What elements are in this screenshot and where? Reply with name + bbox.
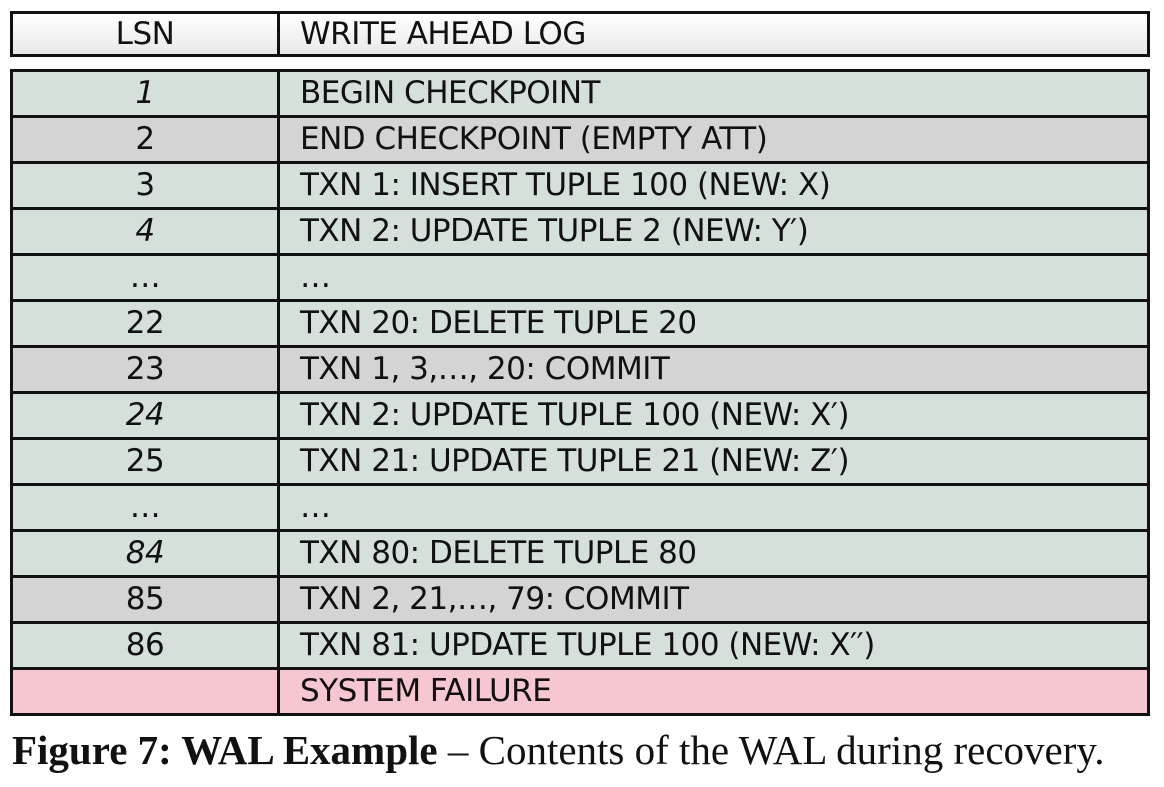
log-row: 4 TXN 2: UPDATE TUPLE 2 (NEW: Y′) [13,207,1147,253]
log-row: 2 END CHECKPOINT (EMPTY ATT) [13,115,1147,161]
lsn-cell: 85 [13,578,280,621]
log-entry-cell: TXN 2: UPDATE TUPLE 2 (NEW: Y′) [300,213,809,249]
lsn-cell [13,670,280,713]
lsn-cell: 84 [13,532,280,575]
log-entry-cell: TXN 1: INSERT TUPLE 100 (NEW: X) [300,167,831,203]
lsn-cell: 22 [13,302,280,345]
lsn-cell: 24 [13,394,280,437]
log-row: 85 TXN 2, 21,…, 79: COMMIT [13,575,1147,621]
log-entry-cell: TXN 20: DELETE TUPLE 20 [300,305,697,341]
system-failure-row: SYSTEM FAILURE [13,667,1147,713]
figure-caption-text: – Contents of the WAL during recovery. [437,727,1105,773]
wal-table-header: LSN WRITE AHEAD LOG [10,11,1150,57]
lsn-cell: 1 [13,72,280,115]
lsn-cell: 86 [13,624,280,667]
lsn-cell: 3 [13,164,280,207]
log-entry-cell: TXN 81: UPDATE TUPLE 100 (NEW: X′′) [300,627,875,663]
log-row: 25 TXN 21: UPDATE TUPLE 21 (NEW: Z′) [13,437,1147,483]
log-row: 86 TXN 81: UPDATE TUPLE 100 (NEW: X′′) [13,621,1147,667]
wal-table-body: 1 BEGIN CHECKPOINT 2 END CHECKPOINT (EMP… [10,69,1150,716]
figure-caption: Figure 7: WAL Example – Contents of the … [12,730,1157,771]
log-entry-cell: TXN 2: UPDATE TUPLE 100 (NEW: X′) [300,397,850,433]
log-entry-cell: … [300,489,331,525]
lsn-cell: 2 [13,118,280,161]
log-column-header: WRITE AHEAD LOG [300,15,586,52]
lsn-column-header: LSN [13,14,280,54]
log-row: 23 TXN 1, 3,…, 20: COMMIT [13,345,1147,391]
log-row: 1 BEGIN CHECKPOINT [13,72,1147,115]
lsn-cell: 23 [13,348,280,391]
log-entry-cell: BEGIN CHECKPOINT [300,75,600,111]
lsn-cell: … [13,486,280,529]
log-entry-cell: END CHECKPOINT (EMPTY ATT) [300,121,768,157]
lsn-cell: 25 [13,440,280,483]
log-entry-cell: TXN 21: UPDATE TUPLE 21 (NEW: Z′) [300,443,850,479]
figure-caption-label: Figure 7: WAL Example [12,727,438,773]
log-entry-cell: TXN 1, 3,…, 20: COMMIT [300,351,670,387]
log-row: … … [13,483,1147,529]
log-row: 22 TXN 20: DELETE TUPLE 20 [13,299,1147,345]
log-row: … … [13,253,1147,299]
log-row: 24 TXN 2: UPDATE TUPLE 100 (NEW: X′) [13,391,1147,437]
log-row: 3 TXN 1: INSERT TUPLE 100 (NEW: X) [13,161,1147,207]
lsn-cell: 4 [13,210,280,253]
log-entry-cell: … [300,259,331,295]
log-row: 84 TXN 80: DELETE TUPLE 80 [13,529,1147,575]
log-entry-cell: TXN 80: DELETE TUPLE 80 [300,535,697,571]
log-entry-cell: TXN 2, 21,…, 79: COMMIT [300,581,689,617]
log-entry-cell: SYSTEM FAILURE [300,673,552,709]
lsn-cell: … [13,256,280,299]
